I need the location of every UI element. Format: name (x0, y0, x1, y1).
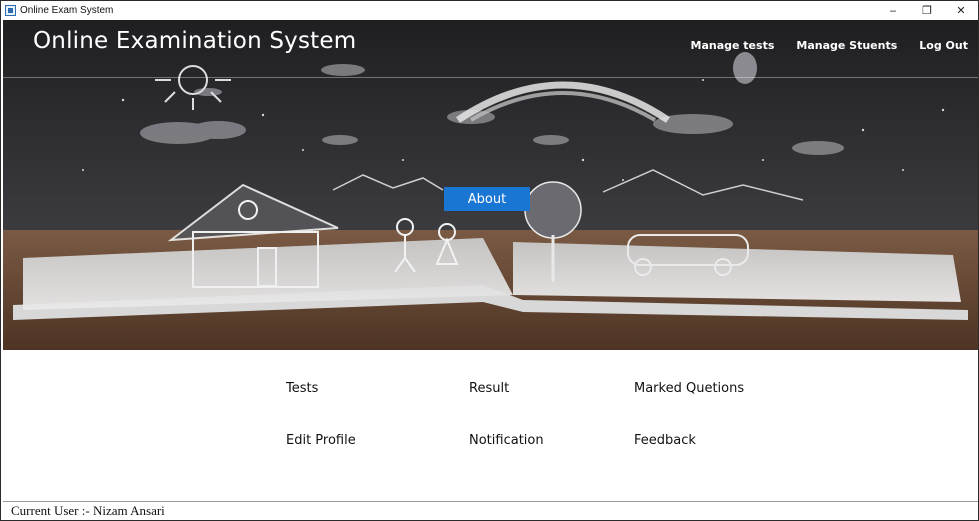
header-divider (3, 77, 978, 78)
top-nav: Manage tests Manage Stuents Log Out (669, 39, 968, 52)
hero-illustration (3, 20, 978, 350)
window-controls: ‒ ❐ ✕ (876, 1, 978, 20)
menu-item-notification[interactable]: Notification (469, 433, 544, 448)
close-button[interactable]: ✕ (944, 1, 978, 20)
hero-banner: Online Examination System Manage tests M… (3, 20, 978, 350)
main-menu: Tests Result Marked Quetions Edit Profil… (3, 350, 978, 501)
window-title: Online Exam System (20, 5, 114, 16)
nav-log-out[interactable]: Log Out (919, 39, 968, 52)
app-icon (5, 5, 16, 16)
menu-item-result[interactable]: Result (469, 381, 509, 396)
menu-item-feedback[interactable]: Feedback (634, 433, 696, 448)
title-bar: Online Exam System ‒ ❐ ✕ (1, 1, 978, 20)
minimize-button[interactable]: ‒ (876, 1, 910, 20)
menu-item-marked-questions[interactable]: Marked Quetions (634, 381, 744, 396)
app-window: Online Exam System ‒ ❐ ✕ Online Examinat… (0, 0, 979, 521)
menu-item-edit-profile[interactable]: Edit Profile (286, 433, 356, 448)
status-bar: Current User :- Nizam Ansari (3, 501, 978, 520)
nav-manage-tests[interactable]: Manage tests (691, 39, 775, 52)
menu-item-tests[interactable]: Tests (286, 381, 318, 396)
restore-button[interactable]: ❐ (910, 1, 944, 20)
site-title: Online Examination System (33, 28, 357, 54)
nav-manage-students[interactable]: Manage Stuents (796, 39, 897, 52)
about-button[interactable]: About (444, 187, 530, 211)
